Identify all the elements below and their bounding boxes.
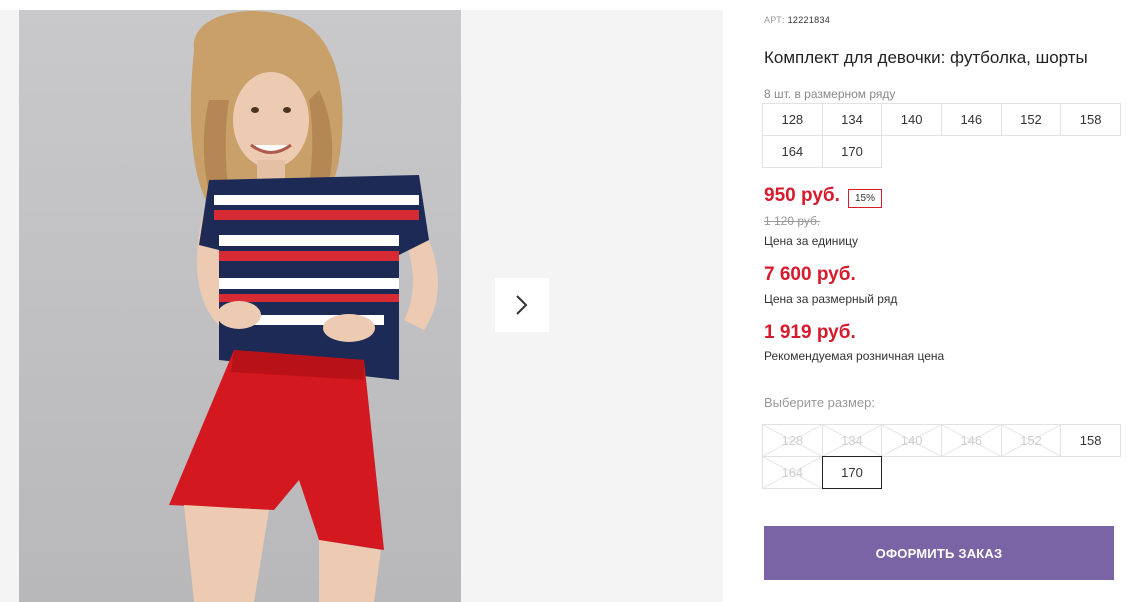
gallery-next-button[interactable] [495, 278, 549, 332]
size-picker: 128 134 140 146 152 158 164 170 [762, 424, 1121, 489]
size-row-cell: 164 [762, 135, 823, 168]
chevron-right-icon [516, 295, 528, 315]
size-option-label: 152 [1020, 433, 1042, 448]
article-label: АРТ: [764, 15, 785, 25]
size-row-cell: 140 [881, 103, 942, 136]
unit-price: 950 руб. [764, 185, 840, 206]
product-title: Комплект для девочки: футболка, шорты [764, 48, 1088, 67]
size-row-cell: 134 [821, 103, 883, 136]
size-row-cell: 152 [1000, 103, 1062, 136]
article-value: 12221834 [787, 15, 831, 25]
article-number: АРТ: 12221834 [764, 15, 830, 25]
size-option[interactable]: 158 [1060, 424, 1121, 457]
size-row-cell: 128 [762, 103, 823, 136]
size-row-grid: 128 134 140 146 152 158 164 170 [762, 103, 1121, 168]
unit-price-caption: Цена за единицу [764, 234, 859, 248]
size-option-label: 164 [781, 465, 804, 480]
product-gallery [0, 10, 723, 602]
size-option: 164 [762, 456, 823, 489]
size-option-label: 134 [841, 433, 863, 448]
size-option: 140 [881, 424, 942, 457]
size-option: 134 [821, 424, 883, 457]
choose-size-label: Выберите размер: [764, 395, 875, 410]
size-option-label: 170 [841, 465, 863, 480]
retail-price: 1 919 руб. [764, 322, 856, 343]
product-photo-illustration [169, 11, 438, 602]
retail-price-caption: Рекомендуемая розничная цена [764, 349, 945, 363]
order-button[interactable]: ОФОРМИТЬ ЗАКАЗ [764, 526, 1114, 580]
size-option: 146 [940, 424, 1002, 457]
discount-badge: 15% [848, 189, 883, 208]
row-price: 7 600 руб. [764, 264, 856, 285]
size-option-label: 140 [900, 433, 923, 448]
size-option-selected[interactable]: 170 [821, 456, 883, 489]
size-row-cell: 158 [1060, 103, 1121, 136]
product-photo [19, 10, 461, 602]
size-row-cell: 170 [821, 135, 883, 168]
old-price: 1 120 руб. [764, 214, 821, 228]
size-option: 152 [1000, 424, 1062, 457]
row-price-caption: Цена за размерный ряд [764, 292, 898, 306]
size-row-cell: 146 [940, 103, 1002, 136]
size-option: 128 [762, 424, 823, 457]
size-row-note: 8 шт. в размерном ряду [764, 87, 896, 101]
size-option-label: 146 [960, 433, 983, 448]
size-option-label: 158 [1079, 433, 1102, 448]
size-option-label: 128 [781, 433, 804, 448]
